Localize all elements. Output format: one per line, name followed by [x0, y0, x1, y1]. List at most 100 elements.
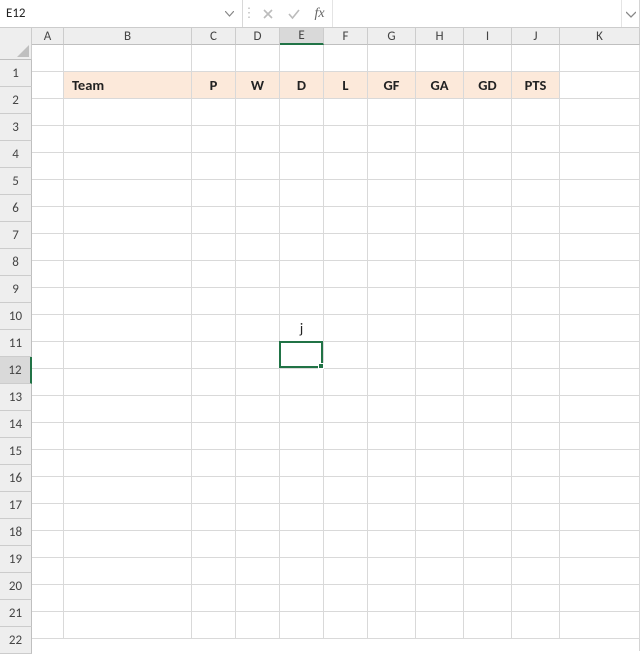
- cell-I21[interactable]: [464, 585, 512, 612]
- row-header-21[interactable]: 21: [0, 600, 32, 627]
- cell-B15[interactable]: [64, 423, 192, 450]
- cell-H7[interactable]: [416, 207, 464, 234]
- formula-input[interactable]: [333, 0, 621, 27]
- cell-A2[interactable]: [32, 72, 64, 99]
- cell-D11[interactable]: [236, 315, 280, 342]
- cell-H17[interactable]: [416, 477, 464, 504]
- cell-K15[interactable]: [560, 423, 640, 450]
- cell-G12[interactable]: [368, 342, 416, 369]
- cell-A11[interactable]: [32, 315, 64, 342]
- cell-F14[interactable]: [324, 396, 368, 423]
- cell-E6[interactable]: [280, 180, 324, 207]
- row-header-13[interactable]: 13: [0, 384, 32, 411]
- column-header-D[interactable]: D: [236, 28, 280, 45]
- cell-D7[interactable]: [236, 207, 280, 234]
- cell-J3[interactable]: [512, 99, 560, 126]
- cell-E4[interactable]: [280, 126, 324, 153]
- cell-D22[interactable]: [236, 612, 280, 639]
- cell-F2[interactable]: L: [324, 72, 368, 99]
- row-header-12[interactable]: 12: [0, 357, 32, 384]
- cell-F9[interactable]: [324, 261, 368, 288]
- cell-D15[interactable]: [236, 423, 280, 450]
- cell-I2[interactable]: GD: [464, 72, 512, 99]
- cell-K20[interactable]: [560, 558, 640, 585]
- cell-K16[interactable]: [560, 450, 640, 477]
- cell-C2[interactable]: P: [192, 72, 236, 99]
- cell-E9[interactable]: [280, 261, 324, 288]
- cell-F15[interactable]: [324, 423, 368, 450]
- cell-G13[interactable]: [368, 369, 416, 396]
- cell-K1[interactable]: [560, 45, 640, 72]
- cell-A4[interactable]: [32, 126, 64, 153]
- column-header-K[interactable]: K: [560, 28, 640, 45]
- cell-E15[interactable]: [280, 423, 324, 450]
- cell-B3[interactable]: [64, 99, 192, 126]
- cell-G22[interactable]: [368, 612, 416, 639]
- cell-H18[interactable]: [416, 504, 464, 531]
- cell-F17[interactable]: [324, 477, 368, 504]
- cell-B17[interactable]: [64, 477, 192, 504]
- cell-A13[interactable]: [32, 369, 64, 396]
- cell-K7[interactable]: [560, 207, 640, 234]
- row-header-7[interactable]: 7: [0, 222, 32, 249]
- cell-C11[interactable]: [192, 315, 236, 342]
- cell-H11[interactable]: [416, 315, 464, 342]
- cell-E13[interactable]: [280, 369, 324, 396]
- expand-formula-bar-icon[interactable]: [621, 0, 639, 27]
- cell-A21[interactable]: [32, 585, 64, 612]
- grid-cells[interactable]: TeamPWDLGFGAGDPTSj: [32, 45, 640, 639]
- row-header-9[interactable]: 9: [0, 276, 32, 303]
- cell-G11[interactable]: [368, 315, 416, 342]
- cell-A22[interactable]: [32, 612, 64, 639]
- cell-F22[interactable]: [324, 612, 368, 639]
- row-header-4[interactable]: 4: [0, 141, 32, 168]
- cell-B20[interactable]: [64, 558, 192, 585]
- cell-A19[interactable]: [32, 531, 64, 558]
- cell-F4[interactable]: [324, 126, 368, 153]
- cell-B21[interactable]: [64, 585, 192, 612]
- row-header-2[interactable]: 2: [0, 87, 32, 114]
- cell-J15[interactable]: [512, 423, 560, 450]
- cell-D17[interactable]: [236, 477, 280, 504]
- cell-B9[interactable]: [64, 261, 192, 288]
- cell-B5[interactable]: [64, 153, 192, 180]
- row-header-6[interactable]: 6: [0, 195, 32, 222]
- cell-D9[interactable]: [236, 261, 280, 288]
- cell-E10[interactable]: [280, 288, 324, 315]
- cell-F3[interactable]: [324, 99, 368, 126]
- cell-I5[interactable]: [464, 153, 512, 180]
- row-header-3[interactable]: 3: [0, 114, 32, 141]
- row-header-15[interactable]: 15: [0, 438, 32, 465]
- cell-G19[interactable]: [368, 531, 416, 558]
- cell-B18[interactable]: [64, 504, 192, 531]
- cell-K22[interactable]: [560, 612, 640, 639]
- cell-G17[interactable]: [368, 477, 416, 504]
- cell-B8[interactable]: [64, 234, 192, 261]
- cell-K11[interactable]: [560, 315, 640, 342]
- cell-A18[interactable]: [32, 504, 64, 531]
- cell-J6[interactable]: [512, 180, 560, 207]
- cell-D5[interactable]: [236, 153, 280, 180]
- cell-C13[interactable]: [192, 369, 236, 396]
- cell-G14[interactable]: [368, 396, 416, 423]
- column-header-I[interactable]: I: [464, 28, 512, 45]
- cell-F19[interactable]: [324, 531, 368, 558]
- cell-E19[interactable]: [280, 531, 324, 558]
- cell-G21[interactable]: [368, 585, 416, 612]
- cell-D20[interactable]: [236, 558, 280, 585]
- cell-K13[interactable]: [560, 369, 640, 396]
- cell-E2[interactable]: D: [280, 72, 324, 99]
- row-header-17[interactable]: 17: [0, 492, 32, 519]
- cell-A1[interactable]: [32, 45, 64, 72]
- cell-I8[interactable]: [464, 234, 512, 261]
- cell-A5[interactable]: [32, 153, 64, 180]
- cell-H15[interactable]: [416, 423, 464, 450]
- cell-F10[interactable]: [324, 288, 368, 315]
- cell-J22[interactable]: [512, 612, 560, 639]
- cell-H1[interactable]: [416, 45, 464, 72]
- cell-H14[interactable]: [416, 396, 464, 423]
- cell-D4[interactable]: [236, 126, 280, 153]
- cell-C15[interactable]: [192, 423, 236, 450]
- cell-H13[interactable]: [416, 369, 464, 396]
- cell-E5[interactable]: [280, 153, 324, 180]
